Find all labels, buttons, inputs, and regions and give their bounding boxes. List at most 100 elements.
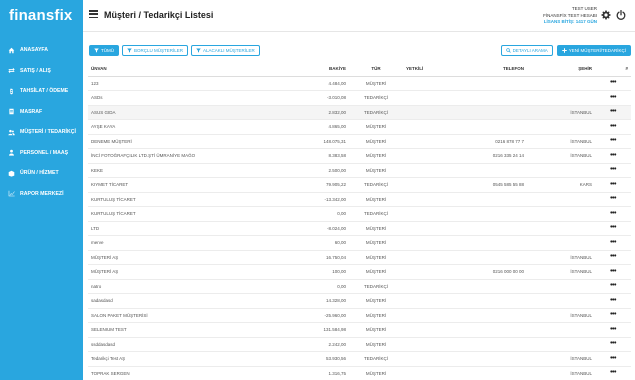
cell-unvan: SELENIUM TEST [88, 322, 215, 338]
row-menu-icon[interactable]: ••• [595, 308, 631, 323]
license-info: LİSANS BİTİŞ: 1417 GÜN [543, 19, 597, 24]
sidebar-item-satis-alis[interactable]: SATIŞ / ALIŞ [0, 61, 83, 81]
power-icon[interactable] [616, 10, 626, 20]
table-row[interactable]: Tedarikçi Test AŞ 53.930,56 TEDARİKÇİ İSTAN… [88, 351, 631, 367]
cell-telefon [468, 366, 527, 380]
sidebar-item-musteri-tedarikci[interactable]: MÜŞTERİ / TEDARİKÇİ [0, 122, 83, 142]
sidebar-item-personel-maas[interactable]: PERSONEL / MAAŞ [0, 143, 83, 163]
cell-tur: MÜŞTERİ [349, 366, 403, 380]
cell-sehir [527, 221, 595, 236]
filter-creditor-button[interactable]: ALACAKLI MÜŞTERİLER [191, 45, 260, 56]
cell-telefon [468, 279, 527, 294]
row-menu-icon[interactable]: ••• [595, 76, 631, 91]
sidebar-item-masraf[interactable]: MASRAF [0, 102, 83, 122]
cell-unvan: merve [88, 235, 215, 251]
cell-telefon: 0216 335 24 14 [468, 148, 527, 164]
sidebar-item-label: MÜŞTERİ / TEDARİKÇİ [20, 129, 76, 135]
table-row[interactable]: natro 0,00 TEDARİKÇİ ••• [88, 279, 631, 294]
table-row[interactable]: DENEME MÜŞTERİ 148.075,31 MÜŞTERİ 0216 878 … [88, 134, 631, 149]
column-header-tur[interactable]: TÜR [349, 61, 403, 77]
row-menu-icon[interactable]: ••• [595, 279, 631, 294]
cell-tur: MÜŞTERİ [349, 192, 403, 207]
table-row[interactable]: İNCİ FOTOĞRAFÇILIK LTD.ŞTİ ÜMRANİYE MAĞO… [88, 148, 631, 164]
cell-unvan: ASUS GIDA [88, 105, 215, 120]
sidebar-nav: ANASAYFA SATIŞ / ALIŞ TAHSİLAT / ÖDEME M… [0, 40, 83, 204]
cell-sehir: İSTANBUL [527, 308, 595, 323]
table-row[interactable]: SALON PAKET MÜŞTERİSİ -25.960,00 MÜŞTERİ İS… [88, 308, 631, 323]
cell-yetkili [403, 293, 468, 309]
table-row[interactable]: SELENIUM TEST 131.584,98 MÜŞTERİ ••• [88, 322, 631, 338]
table-row[interactable]: KEKE 2.500,00 MÜŞTERİ ••• [88, 163, 631, 178]
cell-unvan: 123 [88, 76, 215, 91]
row-menu-icon[interactable]: ••• [595, 264, 631, 280]
cell-telefon: 0216 000 00 00 [468, 264, 527, 280]
table-row[interactable]: ssddasdasd 2.242,00 MÜŞTERİ ••• [88, 337, 631, 352]
cell-bakiye: 2.242,00 [215, 337, 349, 352]
hamburger-menu-icon[interactable] [89, 10, 98, 18]
cell-tur: MÜŞTERİ [349, 250, 403, 265]
detailed-search-button[interactable]: DETAYLI ARAMA [500, 45, 553, 56]
cell-unvan: ASDs [88, 90, 215, 106]
filter-all-label: TÜMÜ [101, 48, 114, 53]
table-row[interactable]: 123 4.484,00 MÜŞTERİ ••• [88, 76, 631, 91]
cell-tur: MÜŞTERİ [349, 148, 403, 164]
gear-icon[interactable] [601, 10, 611, 20]
table-row[interactable]: LTD -8.024,00 MÜŞTERİ ••• [88, 221, 631, 236]
exchange-icon [5, 65, 17, 77]
row-menu-icon[interactable]: ••• [595, 105, 631, 120]
receipt-icon [5, 106, 17, 118]
sidebar-item-rapor-merkezi[interactable]: RAPOR MERKEZİ [0, 184, 83, 204]
row-menu-icon[interactable]: ••• [595, 134, 631, 149]
table-row[interactable]: AYŞE KAYA 4.865,00 MÜŞTERİ ••• [88, 119, 631, 135]
table-row[interactable]: ASDs -3.010,08 TEDARİKÇİ ••• [88, 90, 631, 106]
row-menu-icon[interactable]: ••• [595, 90, 631, 106]
filter-all-button[interactable]: TÜMÜ [89, 45, 119, 56]
row-menu-icon[interactable]: ••• [595, 250, 631, 265]
cell-yetkili [403, 119, 468, 135]
sidebar-item-urun-hizmet[interactable]: ÜRÜN / HİZMET [0, 163, 83, 183]
cell-telefon [468, 76, 527, 91]
column-header-bakiye[interactable]: BAKİYE [215, 61, 349, 77]
row-menu-icon[interactable]: ••• [595, 163, 631, 178]
row-menu-icon[interactable]: ••• [595, 322, 631, 338]
row-menu-icon[interactable]: ••• [595, 351, 631, 367]
row-menu-icon[interactable]: ••• [595, 119, 631, 135]
cell-yetkili [403, 192, 468, 207]
cell-tur: MÜŞTERİ [349, 337, 403, 352]
table-row[interactable]: KURTULUŞ TİCARET 0,00 TEDARİKÇİ ••• [88, 206, 631, 222]
cell-unvan: KIYMET TİCARET [88, 177, 215, 193]
filter-debtor-button[interactable]: BORÇLU MÜŞTERİLER [122, 45, 189, 56]
cell-unvan: natro [88, 279, 215, 294]
table-row[interactable]: merve 60,00 MÜŞTERİ ••• [88, 235, 631, 251]
cell-telefon [468, 206, 527, 222]
cell-bakiye: -3.010,08 [215, 90, 349, 106]
table-row[interactable]: TOPRAK SERGEN 1.316,75 MÜŞTERİ İSTANBUL ••• [88, 366, 631, 380]
table-row[interactable]: KIYMET TİCARET 79.905,22 TEDARİKÇİ 0545 585… [88, 177, 631, 193]
row-menu-icon[interactable]: ••• [595, 337, 631, 352]
column-header-telefon[interactable]: TELEFON [468, 61, 527, 77]
column-header-unvan[interactable]: ÜNVAN [88, 61, 215, 77]
sidebar-item-tahsilat-odeme[interactable]: TAHSİLAT / ÖDEME [0, 81, 83, 101]
cell-bakiye: 0,00 [215, 206, 349, 222]
row-menu-icon[interactable]: ••• [595, 293, 631, 309]
column-header-sehir[interactable]: ŞEHİR [527, 61, 595, 77]
sidebar-item-anasayfa[interactable]: ANASAYFA [0, 40, 83, 60]
row-menu-icon[interactable]: ••• [595, 206, 631, 222]
row-menu-icon[interactable]: ••• [595, 366, 631, 380]
table-row[interactable]: MÜŞTERİ AŞ 100,00 MÜŞTERİ 0216 000 00 00 İST… [88, 264, 631, 280]
cell-unvan: Tedarikçi Test AŞ [88, 351, 215, 367]
row-menu-icon[interactable]: ••• [595, 235, 631, 251]
cell-telefon [468, 337, 527, 352]
column-header-yetkili[interactable]: YETKİLİ [403, 61, 468, 77]
cell-telefon [468, 322, 527, 338]
table-row[interactable]: sadasdasd 14.328,00 MÜŞTERİ ••• [88, 293, 631, 309]
table-row[interactable]: MÜŞTERİ AŞ 16.750,04 MÜŞTERİ İSTANBUL ••• [88, 250, 631, 265]
new-customer-supplier-button[interactable]: YENİ MÜŞTERİ/TEDARİKÇİ [556, 45, 631, 56]
cell-telefon [468, 351, 527, 367]
row-menu-icon[interactable]: ••• [595, 221, 631, 236]
table-row[interactable]: KURTULUŞ TİCARET -13.342,00 MÜŞTERİ ••• [88, 192, 631, 207]
row-menu-icon[interactable]: ••• [595, 192, 631, 207]
row-menu-icon[interactable]: ••• [595, 148, 631, 164]
table-row[interactable]: ASUS GIDA 2.832,00 TEDARİKÇİ İSTANBUL ••• [88, 105, 631, 120]
row-menu-icon[interactable]: ••• [595, 177, 631, 193]
